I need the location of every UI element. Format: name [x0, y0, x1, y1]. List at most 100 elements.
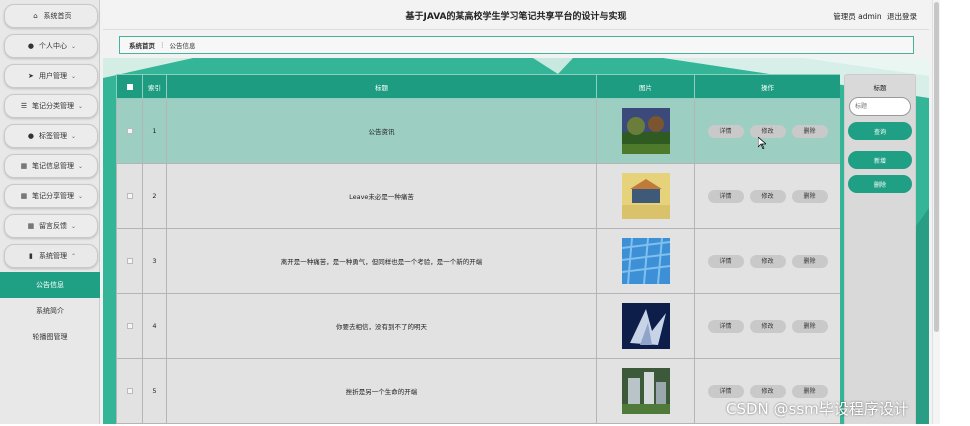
- notice-table: 索引 标题 图片 操作 1 公告资讯 详情 修改 删除 2 Leave未必是一种…: [116, 74, 840, 424]
- delete-button[interactable]: 删除: [791, 124, 828, 138]
- query-button[interactable]: 查询: [848, 122, 912, 140]
- batch-delete-button[interactable]: 删除: [848, 175, 912, 193]
- sidebar-item-users[interactable]: ➤ 用户管理 ⌄: [4, 64, 98, 88]
- watermark: CSDN @ssm毕设程序设计: [726, 400, 909, 418]
- row-select-cell: [116, 228, 143, 294]
- home-icon: ⌂: [33, 12, 38, 20]
- sidebar-item-label: 笔记信息管理: [31, 162, 74, 170]
- delete-button[interactable]: 删除: [791, 384, 828, 398]
- breadcrumb-home[interactable]: 系统首页: [129, 40, 155, 50]
- row-image-cell: [596, 98, 695, 164]
- app-frame: ⌂ 系统首页 ● 个人中心 ⌄ ➤ 用户管理 ⌄ ☰ 笔记分类管理 ⌄ ● 标签…: [0, 0, 932, 424]
- top-header: 基于JAVA的某高校学生学习笔记共享平台的设计与实现 管理员 admin 退出登…: [103, 0, 929, 30]
- row-select-cell: [116, 358, 143, 424]
- row-image-cell: [596, 228, 695, 294]
- row-actions: 详情 修改 删除: [694, 98, 840, 164]
- thumbnail-image: [621, 173, 670, 219]
- grid-icon: ▦: [27, 222, 35, 230]
- scrollbar-thumb[interactable]: [934, 2, 939, 332]
- sidebar-subitem-carousel[interactable]: 轮播图管理: [0, 324, 100, 350]
- row-index: 1: [142, 98, 167, 164]
- sidebar-item-system[interactable]: ▮ 系统管理 ⌃: [4, 244, 98, 268]
- row-checkbox[interactable]: [126, 323, 133, 329]
- search-input[interactable]: [849, 97, 911, 116]
- chevron-down-icon: ⌄: [70, 132, 77, 140]
- scrollbar[interactable]: [932, 0, 940, 424]
- add-button[interactable]: 新增: [848, 151, 912, 169]
- sidebar-subitem-label: 系统简介: [36, 307, 64, 315]
- row-checkbox[interactable]: [126, 128, 133, 134]
- column-header-index: 索引: [142, 74, 167, 99]
- table-row[interactable]: 4 你要去相信，没有到不了的明天 详情 修改 删除: [116, 293, 840, 359]
- detail-button[interactable]: 详情: [707, 254, 744, 268]
- select-all-checkbox[interactable]: [126, 83, 133, 90]
- edit-button[interactable]: 修改: [749, 384, 786, 398]
- row-checkbox[interactable]: [126, 193, 133, 199]
- row-title: 离开是一种痛苦，是一种勇气，但同样也是一个考验，是一个新的开端: [166, 228, 597, 294]
- column-header-image: 图片: [596, 74, 695, 99]
- detail-button[interactable]: 详情: [707, 319, 744, 333]
- select-all-header[interactable]: [116, 74, 143, 99]
- sidebar-item-label: 标签管理: [38, 132, 67, 140]
- row-actions: 详情 修改 删除: [694, 293, 840, 359]
- row-select-cell: [116, 98, 143, 164]
- sidebar-item-profile[interactable]: ● 个人中心 ⌄: [4, 34, 98, 58]
- search-panel-title: 标题: [873, 84, 887, 92]
- sidebar-item-notes[interactable]: ▦ 笔记信息管理 ⌄: [4, 154, 98, 178]
- sidebar-item-tags[interactable]: ● 标签管理 ⌄: [4, 124, 98, 148]
- mouse-cursor-icon: [758, 137, 766, 149]
- breadcrumb-separator: ⋮: [159, 41, 166, 49]
- table-header-row: 索引 标题 图片 操作: [116, 74, 840, 99]
- detail-button[interactable]: 详情: [707, 189, 744, 203]
- delete-button[interactable]: 删除: [791, 189, 828, 203]
- edit-button[interactable]: 修改: [749, 189, 786, 203]
- detail-button[interactable]: 详情: [707, 124, 744, 138]
- sidebar-subitem-about[interactable]: 系统简介: [0, 298, 100, 324]
- table-row[interactable]: 2 Leave未必是一种痛苦 详情 修改 删除: [116, 163, 840, 229]
- sidebar-item-feedback[interactable]: ▦ 留言反馈 ⌄: [4, 214, 98, 238]
- edit-button[interactable]: 修改: [749, 254, 786, 268]
- sidebar-item-note-categories[interactable]: ☰ 笔记分类管理 ⌄: [4, 94, 98, 118]
- sidebar-subitem-notices[interactable]: 公告信息: [0, 272, 100, 298]
- admin-info: 管理员 admin 退出登录: [833, 11, 917, 22]
- sidebar-item-label: 笔记分享管理: [31, 192, 74, 200]
- table-row[interactable]: 3 离开是一种痛苦，是一种勇气，但同样也是一个考验，是一个新的开端 详情 修改 删除: [116, 228, 840, 294]
- file-icon: ▮: [29, 252, 33, 260]
- search-panel: 标题 查询 新增 删除: [844, 74, 916, 424]
- delete-button[interactable]: 删除: [791, 319, 828, 333]
- logout-link[interactable]: 退出登录: [887, 12, 917, 21]
- breadcrumb-current: 公告信息: [169, 42, 196, 50]
- user-icon: ●: [27, 132, 35, 140]
- thumbnail-image: [621, 368, 670, 414]
- row-checkbox[interactable]: [126, 258, 133, 264]
- edit-button[interactable]: 修改: [749, 319, 786, 333]
- delete-button[interactable]: 删除: [791, 254, 828, 268]
- row-image-cell: [596, 163, 695, 229]
- sidebar-item-label: 留言反馈: [38, 222, 67, 230]
- admin-label: 管理员 admin: [833, 12, 882, 21]
- row-title: 挫折是另一个生命的开端: [166, 358, 597, 424]
- row-checkbox[interactable]: [126, 388, 133, 394]
- row-select-cell: [116, 293, 143, 359]
- send-icon: ➤: [28, 72, 34, 80]
- detail-button[interactable]: 详情: [707, 384, 744, 398]
- row-title: 你要去相信，没有到不了的明天: [166, 293, 597, 359]
- sidebar-item-label: 个人中心: [38, 42, 67, 50]
- sidebar-item-home[interactable]: ⌂ 系统首页: [4, 4, 98, 28]
- row-index: 4: [142, 293, 167, 359]
- sidebar-item-label: 系统首页: [43, 12, 72, 20]
- table-row[interactable]: 1 公告资讯 详情 修改 删除: [116, 98, 840, 164]
- grid-icon: ▦: [20, 192, 28, 200]
- notice-table-container: 索引 标题 图片 操作 1 公告资讯 详情 修改 删除 2 Leave未必是一种…: [116, 74, 840, 424]
- column-header-title: 标题: [166, 74, 597, 99]
- row-title: 公告资讯: [166, 98, 597, 164]
- chevron-up-icon: ⌃: [70, 252, 77, 260]
- row-select-cell: [116, 163, 143, 229]
- sidebar-item-label: 系统管理: [38, 252, 67, 260]
- grid-icon: ▦: [20, 162, 28, 170]
- chevron-down-icon: ⌄: [70, 72, 77, 80]
- column-header-actions: 操作: [694, 74, 840, 99]
- chevron-down-icon: ⌄: [77, 102, 84, 110]
- sidebar-item-note-shares[interactable]: ▦ 笔记分享管理 ⌄: [4, 184, 98, 208]
- edit-button[interactable]: 修改: [749, 124, 786, 138]
